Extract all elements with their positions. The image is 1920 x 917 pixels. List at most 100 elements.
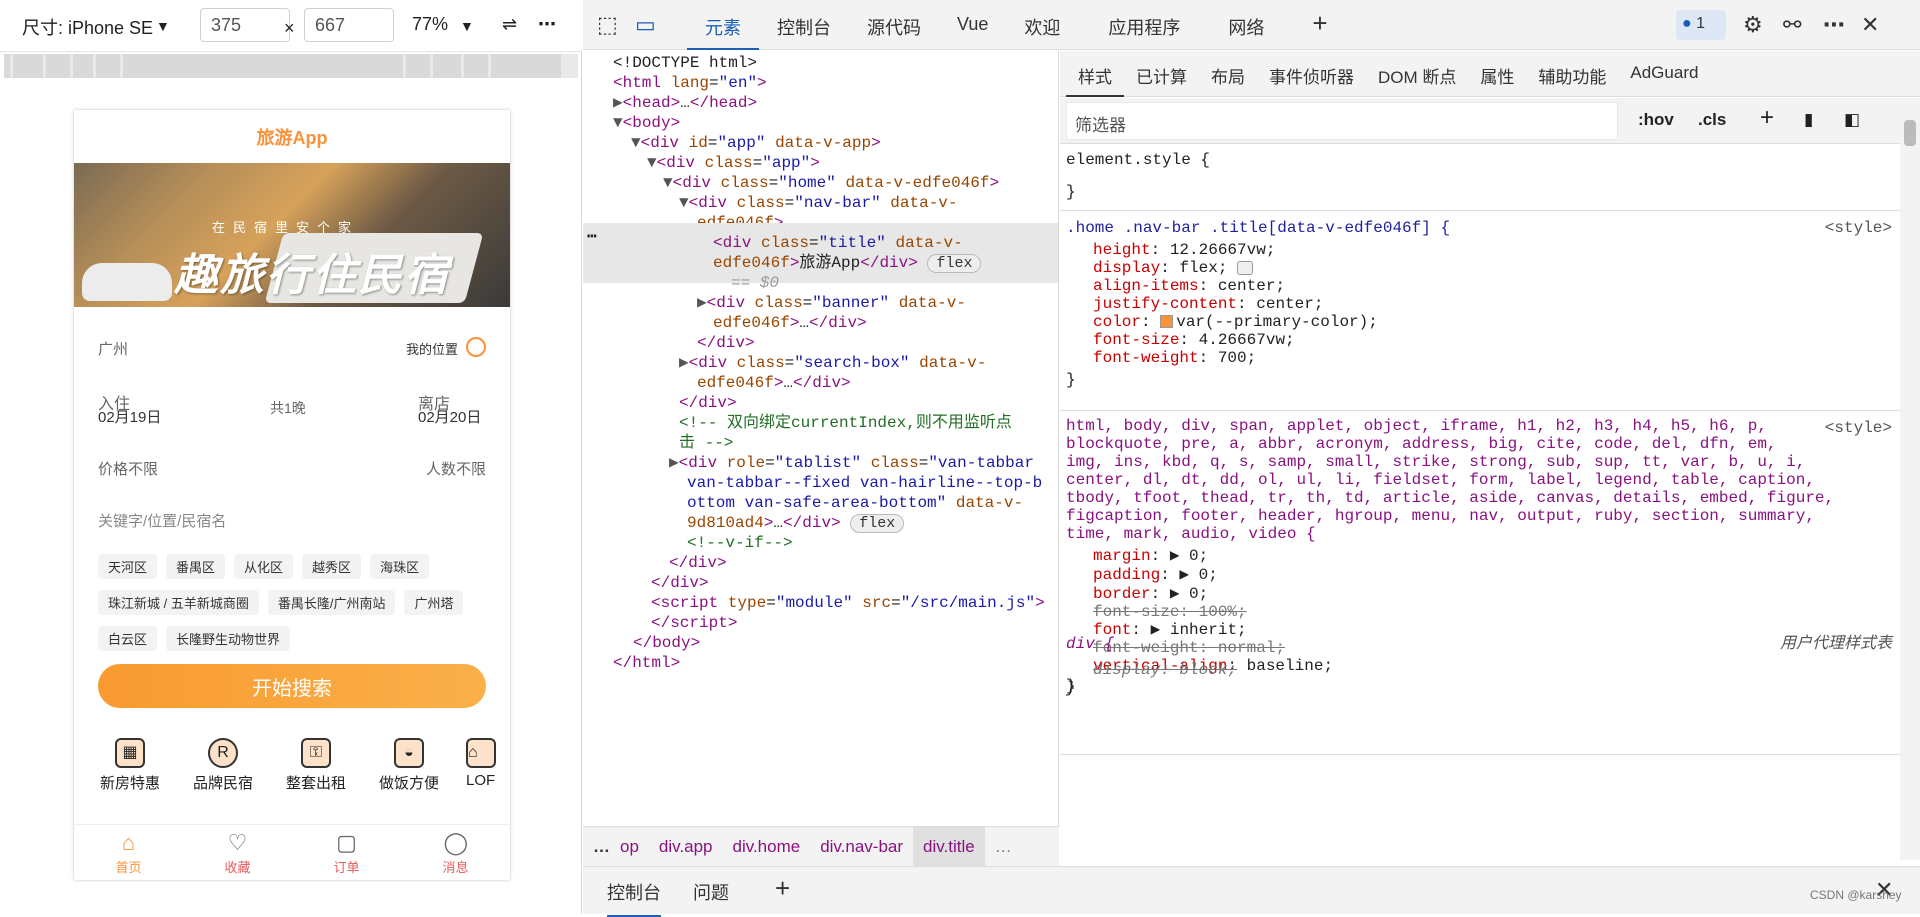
tag-item[interactable]: 番禺长隆/广州南站 [267, 590, 396, 615]
tag-item[interactable]: 番禺区 [166, 554, 226, 579]
rule-selector[interactable]: div { [1066, 633, 1114, 655]
height-input[interactable]: 667 [304, 8, 394, 42]
inspect-icon[interactable]: ⬚ [597, 12, 618, 38]
media-query-ruler[interactable] [4, 54, 578, 78]
ua-div-rule[interactable]: div { 用户代理样式表 display: block; } [1060, 633, 1900, 713]
tag-item[interactable]: 海珠区 [370, 554, 430, 579]
body-node[interactable]: ▼<body> [613, 113, 680, 133]
more-options-icon[interactable]: ⋯ [587, 227, 597, 247]
rule-selector[interactable]: .home .nav-bar .title[data-v-edfe046f] { [1066, 217, 1450, 239]
date-row[interactable]: 入住 02月19日 共1晚 离店 02月20日 [98, 390, 486, 430]
category-item[interactable]: ▦ 新房特惠 [94, 738, 166, 793]
app-root-node[interactable]: ▼<div id="app" data-v-app> [631, 133, 881, 153]
tag-item[interactable]: 广州塔 [404, 590, 464, 615]
checkin-date[interactable]: 02月19日 [98, 406, 161, 427]
script-node[interactable]: <script type="module" src="/src/main.js"… [651, 593, 1045, 613]
rule-selector[interactable]: element.style { [1066, 149, 1210, 171]
customize-icon[interactable]: ⚯ [1783, 12, 1801, 38]
tab-network[interactable]: 网络 [1198, 0, 1282, 50]
drawer-tab-issues[interactable]: 问题 [693, 879, 729, 905]
category-item[interactable]: ⚿ 整套出租 [280, 738, 352, 793]
price-filter[interactable]: 价格不限 [98, 461, 158, 478]
zoom-dropdown[interactable]: 77% [412, 14, 448, 35]
tag-item[interactable]: 天河区 [98, 554, 158, 579]
checkout-date[interactable]: 02月20日 [418, 406, 481, 427]
tag-item[interactable]: 长隆野生动物世界 [166, 626, 291, 651]
filter-input[interactable]: 筛选器 [1066, 102, 1618, 140]
styles-rules[interactable]: element.style { } .home .nav-bar .title[… [1060, 145, 1900, 861]
tab-vue[interactable]: Vue [939, 0, 1006, 50]
device-size-dropdown[interactable]: 尺寸: iPhone SE [22, 14, 153, 40]
breadcrumb-item[interactable]: div.nav-bar [810, 827, 913, 867]
tag-item[interactable]: 白云区 [98, 626, 158, 651]
tab-favorites[interactable]: ♡ 收藏 [183, 825, 292, 880]
element-style-rule[interactable]: element.style { } [1060, 145, 1900, 211]
comment-node[interactable]: <!-- 双向绑定currentIndex,则不用监听点 [679, 413, 1012, 433]
more-options-icon[interactable]: ⋯ [538, 14, 556, 35]
locate-icon[interactable] [466, 337, 486, 357]
vif-comment[interactable]: <!--v-if--> [687, 533, 793, 553]
tab-application[interactable]: 应用程序 [1078, 0, 1198, 50]
elements-tree[interactable]: <!DOCTYPE html> <html lang="en"> ▶<head>… [583, 51, 1059, 826]
tabbar-node[interactable]: ▶<div role="tablist" class="van-tabbar [669, 453, 1034, 473]
tag-item[interactable]: 从化区 [234, 554, 294, 579]
paint-icon[interactable]: ▮ [1804, 110, 1813, 130]
css-property[interactable]: font-weight: 700; [1093, 347, 1256, 369]
tab-adguard[interactable]: AdGuard [1618, 51, 1710, 97]
close-icon[interactable]: ✕ [1861, 12, 1879, 38]
add-rule-icon[interactable]: + [1760, 104, 1774, 132]
rotate-icon[interactable]: ⇌ [502, 14, 517, 35]
tag-item[interactable]: 珠江新城 / 五羊新城商圈 [98, 590, 259, 615]
drawer-tab-console[interactable]: 控制台 [607, 879, 661, 917]
breadcrumb-item[interactable]: … [583, 827, 620, 867]
device-toggle-icon[interactable]: ▭ [635, 12, 656, 38]
tab-accessibility[interactable]: 辅助功能 [1526, 51, 1618, 97]
sidebar-toggle-icon[interactable]: ◧ [1844, 110, 1860, 130]
banner-node[interactable]: ▶<div class="banner" data-v- [697, 293, 966, 313]
tab-computed[interactable]: 已计算 [1124, 51, 1199, 97]
category-item[interactable]: R 品牌民宿 [187, 738, 259, 793]
css-property-overridden[interactable]: display: block; [1093, 659, 1237, 681]
tab-properties[interactable]: 属性 [1468, 51, 1526, 97]
city-label[interactable]: 广州 [98, 341, 128, 358]
tab-console[interactable]: 控制台 [759, 0, 849, 50]
width-input[interactable]: 375 [200, 8, 290, 42]
filter-row[interactable]: 价格不限 人数不限 [98, 458, 486, 479]
hov-toggle[interactable]: :hov [1638, 110, 1674, 130]
rule-source-link[interactable]: <style> [1825, 217, 1892, 239]
tag-item[interactable]: 越秀区 [302, 554, 362, 579]
rule-selector[interactable]: html, body, div, span, applet, object, i… [1066, 417, 1834, 543]
breadcrumb-item[interactable]: op [620, 827, 649, 867]
flex-editor-icon[interactable] [1237, 260, 1254, 275]
more-options-icon[interactable]: ⋯ [1823, 12, 1845, 38]
gear-icon[interactable]: ⚙ [1743, 12, 1763, 38]
start-search-button[interactable]: 开始搜索 [98, 664, 486, 708]
tab-welcome[interactable]: 欢迎 [1006, 0, 1078, 50]
home-node[interactable]: ▼<div class="home" data-v-edfe046f> [663, 173, 999, 193]
tab-elements[interactable]: 元素 [687, 0, 759, 50]
tab-orders[interactable]: ▢ 订单 [292, 825, 401, 880]
title-node[interactable]: <div class="title" data-v- [713, 233, 963, 253]
html-node[interactable]: <html lang="en"> [613, 73, 767, 93]
breadcrumb-item[interactable]: div.app [649, 827, 723, 867]
keyword-input[interactable]: 关键字/位置/民宿名 [98, 510, 486, 531]
nav-bar-node[interactable]: ▼<div class="nav-bar" data-v- [679, 193, 958, 213]
flex-badge[interactable]: flex [850, 514, 905, 533]
head-node[interactable]: ▶<head>…</head> [613, 93, 757, 113]
my-location-label[interactable]: 我的位置 [406, 339, 458, 358]
issues-badge[interactable]: ● 1 [1676, 10, 1726, 40]
tab-home[interactable]: ⌂ 首页 [74, 825, 183, 880]
breadcrumb-item[interactable]: div.home [722, 827, 810, 867]
people-filter[interactable]: 人数不限 [426, 458, 486, 479]
category-item[interactable]: ◒ 做饭方便 [373, 738, 445, 793]
rule-source-link[interactable]: <style> [1825, 417, 1892, 439]
title-rule[interactable]: .home .nav-bar .title[data-v-edfe046f] {… [1060, 211, 1900, 411]
styles-scrollbar[interactable] [1900, 100, 1920, 860]
color-swatch[interactable] [1160, 315, 1174, 329]
search-box-node[interactable]: ▶<div class="search-box" data-v- [679, 353, 986, 373]
cls-toggle[interactable]: .cls [1698, 110, 1726, 130]
flex-badge[interactable]: flex [927, 254, 982, 273]
scrollbar-thumb[interactable] [1904, 120, 1916, 146]
category-item[interactable]: ⌂ LOF [466, 738, 496, 793]
tab-layout[interactable]: 布局 [1199, 51, 1257, 97]
